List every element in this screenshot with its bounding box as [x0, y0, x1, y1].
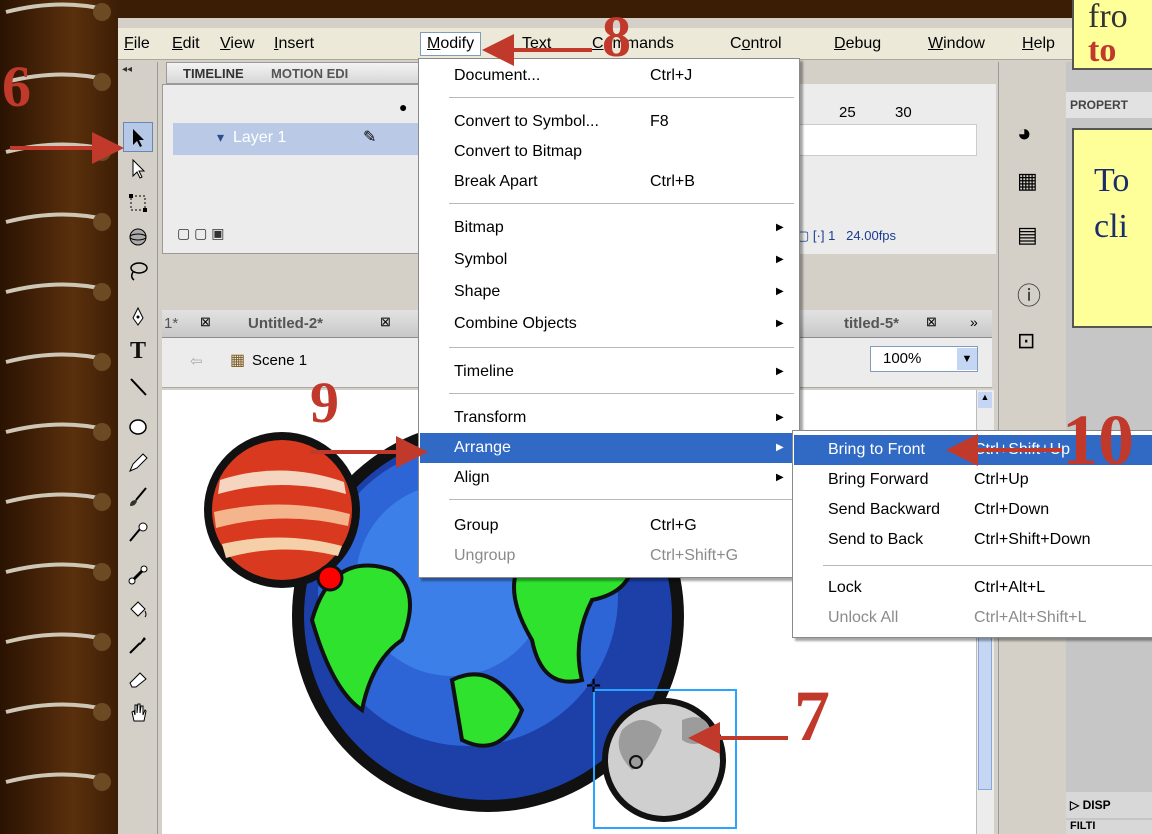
step-8-label: 8 [602, 4, 631, 69]
step-10-label: 10 [1062, 400, 1134, 480]
step-9-label: 9 [310, 370, 339, 435]
step-6-label: 6 [2, 54, 31, 119]
step-7-label: 7 [794, 676, 830, 756]
annotation-arrows [10, 34, 1062, 754]
